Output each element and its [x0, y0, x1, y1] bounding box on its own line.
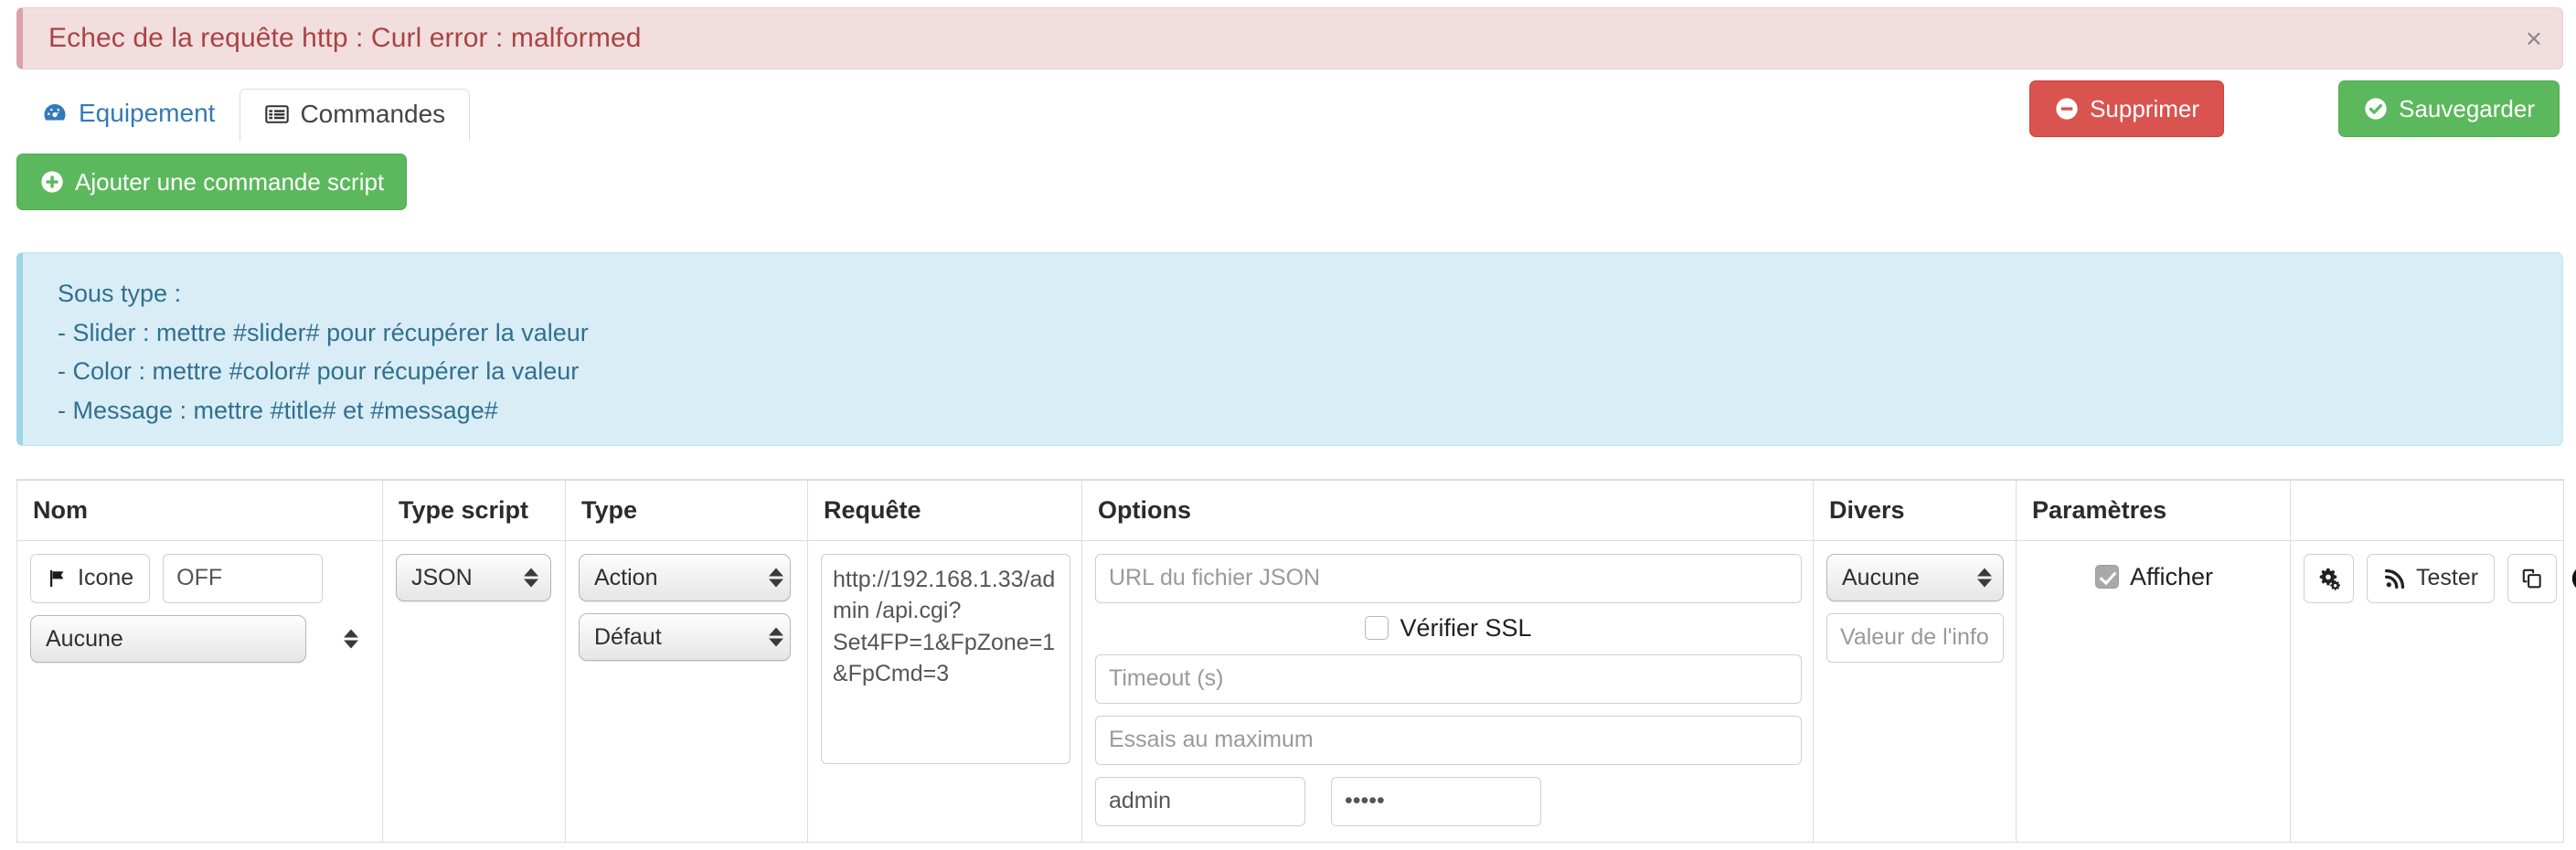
tab-equipement-label: Equipement [79, 99, 216, 127]
cell-divers: Aucune [1813, 539, 2017, 843]
display-checkbox[interactable] [2094, 565, 2119, 589]
command-name-input[interactable] [163, 553, 324, 603]
command-subtype-select[interactable]: Aucune [30, 614, 306, 663]
cell-type-script: JSON [382, 539, 566, 843]
close-icon[interactable]: × [2526, 25, 2542, 53]
add-script-command-label: Ajouter une commande script [75, 167, 385, 196]
info-panel-title: Sous type : [58, 280, 182, 307]
header-type-script: Type script [382, 479, 566, 541]
divers-select-wrapper: Aucune [1826, 553, 2005, 601]
tab-equipement[interactable]: Equipement [16, 88, 240, 141]
type-script-select-wrapper: JSON [396, 553, 551, 601]
test-button[interactable]: Tester [2367, 553, 2496, 603]
header-parametres: Paramètres [2016, 479, 2291, 541]
type-script-select[interactable]: JSON [396, 553, 551, 601]
max-retry-input[interactable] [1095, 715, 1802, 765]
info-panel-line-slider: - Slider : mettre #slider# pour récupére… [58, 318, 589, 346]
verify-ssl-checkbox[interactable] [1365, 616, 1389, 640]
clone-icon [2520, 567, 2544, 590]
json-url-input[interactable] [1095, 553, 1802, 603]
info-value-input[interactable] [1826, 612, 2004, 663]
cell-options: Vérifier SSL [1081, 539, 1814, 843]
cell-parametres: Afficher [2016, 539, 2291, 843]
cell-actions: Tester [2290, 539, 2576, 843]
header-nom: Nom [16, 479, 383, 541]
check-circle-icon [2363, 96, 2389, 122]
username-input[interactable] [1095, 776, 1305, 826]
tachometer-icon [41, 100, 69, 127]
icon-picker-button[interactable]: Icone [30, 553, 151, 603]
test-button-label: Tester [2416, 565, 2479, 590]
divers-select[interactable]: Aucune [1826, 553, 2004, 601]
icon-picker-label: Icone [78, 565, 134, 590]
page-root: Echec de la requête http : Curl error : … [0, 0, 2576, 850]
error-alert-message: Echec de la requête http : Curl error : … [48, 23, 642, 53]
tab-commandes[interactable]: Commandes [240, 89, 471, 142]
verify-ssl-label: Vérifier SSL [1400, 613, 1532, 642]
flag-icon [47, 568, 69, 590]
cell-requete: http://192.168.1.33/admin /api.cgi?Set4F… [807, 539, 1082, 843]
header-options: Options [1081, 479, 1814, 541]
verify-ssl-row[interactable]: Vérifier SSL [1365, 613, 1532, 643]
table-row: Icone Aucune [16, 539, 2576, 843]
subtype-select[interactable]: Défaut [579, 612, 791, 661]
info-panel-line-color: - Color : mettre #color# pour récupérer … [58, 357, 580, 386]
type-select[interactable]: Action [579, 553, 791, 601]
tab-commandes-label: Commandes [300, 100, 446, 128]
subtype-info-panel: Sous type : - Slider : mettre #slider# p… [16, 252, 2563, 446]
header-requete: Requête [807, 479, 1082, 541]
nom-select-wrapper: Aucune [30, 614, 371, 663]
password-input[interactable] [1331, 776, 1541, 826]
list-alt-icon [264, 101, 290, 127]
commands-table: Nom Type script Type Requête Options Div… [16, 479, 2576, 843]
header-actions [2290, 479, 2564, 541]
subtype-select-wrapper: Défaut [579, 612, 796, 661]
save-button-label: Sauvegarder [2399, 94, 2535, 122]
add-script-command-button[interactable]: Ajouter une commande script [16, 154, 408, 210]
info-panel-line-message: - Message : mettre #title# et #message# [58, 397, 498, 425]
cell-nom: Icone Aucune [16, 539, 383, 843]
type-select-wrapper: Action [579, 553, 796, 601]
cogs-icon [2316, 566, 2341, 590]
header-divers: Divers [1813, 479, 2017, 541]
configure-button[interactable] [2304, 553, 2354, 603]
header-type: Type [565, 479, 808, 541]
rss-icon [2383, 567, 2407, 590]
display-label: Afficher [2129, 562, 2214, 590]
display-row[interactable]: Afficher [2029, 554, 2279, 591]
commands-table-wrapper: Nom Type script Type Requête Options Div… [16, 479, 2576, 845]
save-button[interactable]: Sauvegarder [2338, 80, 2560, 137]
updown-arrows-icon [344, 629, 358, 648]
timeout-input[interactable] [1095, 653, 1802, 704]
delete-button[interactable]: Supprimer [2029, 80, 2224, 137]
cell-type: Action Défaut [565, 539, 808, 843]
error-alert: Echec de la requête http : Curl error : … [16, 7, 2563, 69]
minus-circle-icon [2054, 96, 2080, 122]
clone-button[interactable] [2507, 553, 2558, 603]
plus-circle-icon [39, 169, 65, 195]
request-textarea[interactable]: http://192.168.1.33/admin /api.cgi?Set4F… [821, 553, 1070, 764]
remove-command-icon[interactable] [2570, 563, 2576, 594]
delete-button-label: Supprimer [2090, 94, 2199, 122]
table-header-row: Nom Type script Type Requête Options Div… [16, 479, 2564, 541]
